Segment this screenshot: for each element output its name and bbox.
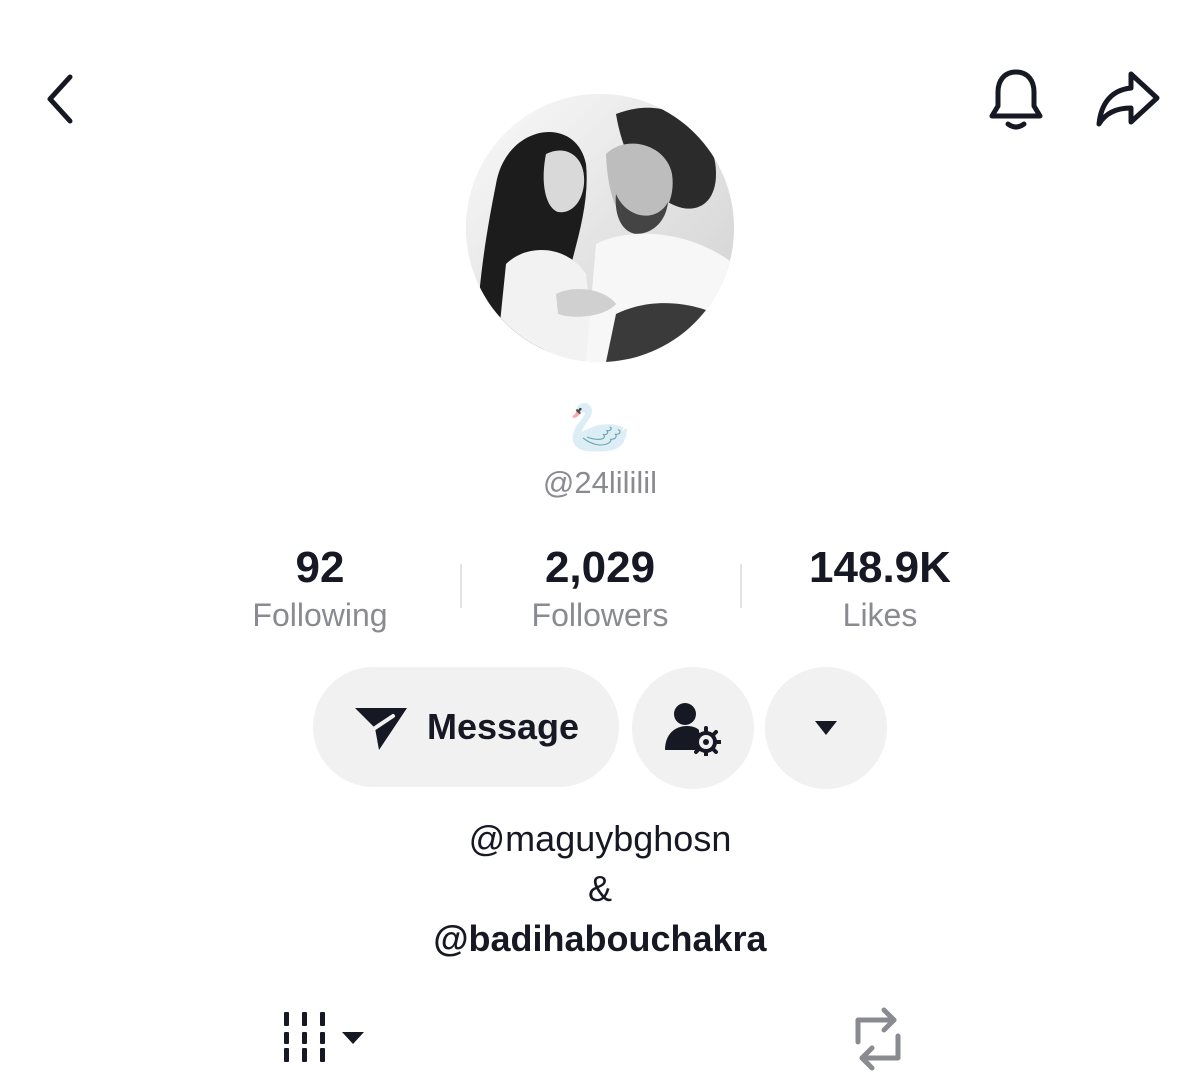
stat-followers[interactable]: 2,029 Followers [460, 542, 740, 636]
following-count: 92 [295, 543, 345, 592]
message-button[interactable]: Message [313, 667, 619, 787]
followers-count: 2,029 [544, 543, 656, 592]
chevron-left-icon [47, 74, 73, 124]
share-arrow-icon [1096, 71, 1160, 127]
profile-bio: @maguybghosn & @badihabouchakra [0, 814, 1200, 964]
profile-avatar[interactable] [466, 94, 734, 362]
avatar-photo [466, 94, 734, 362]
stat-likes[interactable]: 148.9K Likes [740, 542, 1020, 636]
user-gear-icon [665, 703, 721, 756]
bio-mention-badihabouchakra[interactable]: @badihabouchakra [0, 914, 1200, 964]
stat-following[interactable]: 92 Following [180, 542, 460, 636]
profile-stats: 92 Following 2,029 Followers 148.9K Like… [180, 542, 1020, 642]
following-label: Following [252, 597, 388, 633]
message-button-label: Message [426, 706, 580, 747]
likes-count: 148.9K [809, 543, 951, 592]
profile-page: 🦢 @24lililil 92 Following 2,029 Follower… [0, 0, 1200, 1085]
profile-nickname: 🦢 [568, 398, 632, 456]
bio-mention-maguybghosn[interactable]: @maguybghosn [0, 814, 1200, 864]
manage-friendship-button[interactable] [632, 667, 754, 789]
likes-label: Likes [842, 597, 918, 633]
bio-ampersand: & [587, 868, 612, 909]
followers-label: Followers [531, 597, 669, 633]
tab-reposts[interactable] [840, 1006, 916, 1072]
caret-down-icon [815, 721, 837, 735]
notification-button[interactable] [980, 62, 1052, 136]
profile-username: @24lililil [542, 465, 658, 500]
bell-icon [989, 69, 1043, 130]
tab-videos[interactable] [272, 1004, 382, 1070]
share-button[interactable] [1088, 62, 1168, 136]
paper-plane-icon [354, 708, 407, 750]
repost-icon [855, 1007, 901, 1071]
profile-actions: Message [0, 667, 1200, 789]
back-button[interactable] [28, 64, 92, 134]
grid-columns-icon [284, 1012, 364, 1062]
more-options-button[interactable] [765, 667, 887, 789]
